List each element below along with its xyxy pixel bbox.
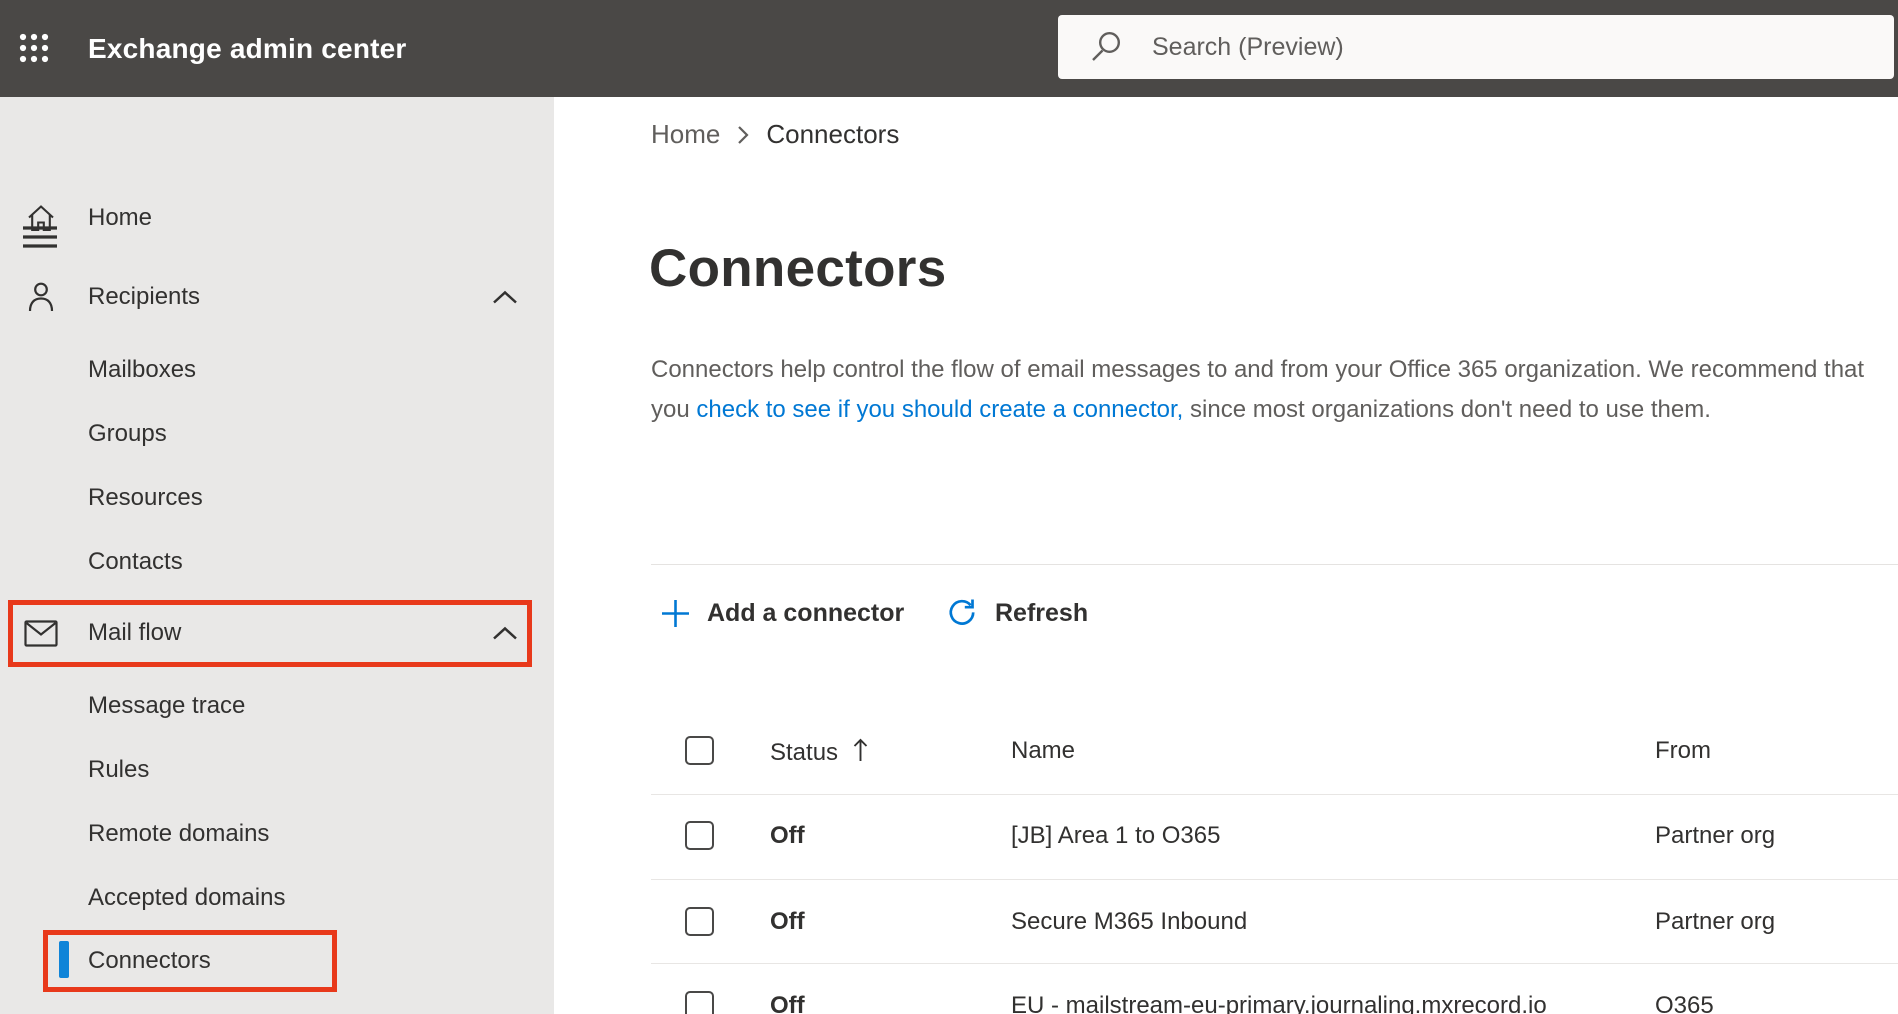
sidebar-item-recipients[interactable]: Recipients: [0, 269, 554, 325]
sidebar-item-message-trace[interactable]: Message trace: [0, 678, 554, 734]
breadcrumb-home-link[interactable]: Home: [651, 119, 720, 150]
sidebar-item-label: Resources: [88, 484, 203, 511]
row-name[interactable]: Secure M365 Inbound: [1011, 907, 1247, 936]
refresh-button[interactable]: Refresh: [945, 588, 1088, 638]
row-from: O365: [1655, 992, 1714, 1014]
search-input[interactable]: [1152, 32, 1752, 62]
refresh-icon: [945, 596, 979, 630]
sidebar-item-label: Home: [88, 204, 153, 231]
chevron-up-icon[interactable]: [490, 289, 520, 305]
sidebar-item-contacts[interactable]: Contacts: [0, 534, 554, 590]
row-status: Off: [770, 908, 805, 935]
row-name[interactable]: [JB] Area 1 to O365: [1011, 821, 1220, 850]
mail-icon: [24, 619, 58, 647]
sidebar-item-label: Recipients: [88, 283, 201, 310]
sidebar-item-label: Message trace: [88, 692, 246, 719]
sidebar-item-groups[interactable]: Groups: [0, 406, 554, 462]
row-divider: [651, 963, 1898, 964]
row-checkbox[interactable]: [685, 991, 714, 1014]
row-name[interactable]: EU - mailstream-eu-primary.journaling.mx…: [1011, 991, 1547, 1014]
sidebar-item-rules[interactable]: Rules: [0, 742, 554, 798]
description-text: since most organizations don't need to u…: [1183, 396, 1711, 423]
chevron-right-icon: [736, 122, 750, 148]
sidebar-item-label: Accepted domains: [88, 884, 286, 911]
plus-icon: [660, 598, 691, 629]
toolbar-top-divider: [651, 564, 1898, 565]
add-connector-button[interactable]: Add a connector: [660, 588, 904, 638]
column-header-label: Status: [770, 739, 839, 766]
row-from: Partner org: [1655, 908, 1776, 935]
create-connector-check-link[interactable]: check to see if you should create a conn…: [696, 396, 1183, 423]
breadcrumb: Home Connectors: [651, 119, 899, 150]
table-header-divider: [651, 794, 1898, 795]
sidebar-item-label: Groups: [88, 420, 167, 447]
sidebar-item-accepted-domains[interactable]: Accepted domains: [0, 870, 554, 926]
row-checkbox[interactable]: [685, 907, 714, 936]
select-all-checkbox[interactable]: [685, 736, 714, 765]
sidebar-item-label: Rules: [88, 756, 150, 783]
row-checkbox[interactable]: [685, 821, 714, 850]
row-divider: [651, 879, 1898, 880]
sidebar-item-label: Remote domains: [88, 820, 270, 847]
sidebar-item-label: Connectors: [88, 947, 211, 974]
sort-ascending-icon: [852, 736, 869, 771]
column-header-status[interactable]: Status: [770, 736, 869, 771]
column-header-from[interactable]: From: [1655, 736, 1711, 765]
sidebar-item-label: Mailboxes: [88, 356, 197, 383]
search-icon: [1088, 29, 1124, 65]
sidebar-item-resources[interactable]: Resources: [0, 470, 554, 526]
top-app-bar: Exchange admin center: [0, 0, 1898, 97]
add-connector-label: Add a connector: [707, 598, 905, 627]
exchange-admin-center-page: Exchange admin center Search (Preview) H…: [0, 0, 1898, 1014]
sidebar-item-label: Contacts: [88, 548, 183, 575]
app-title: Exchange admin center: [88, 32, 407, 64]
sidebar-item-remote-domains[interactable]: Remote domains: [0, 806, 554, 862]
app-launcher-waffle-icon[interactable]: [12, 26, 56, 70]
sidebar-item-label: Mail flow: [88, 619, 182, 646]
sidebar-item-mailboxes[interactable]: Mailboxes: [0, 342, 554, 398]
sidebar-item-home[interactable]: Home: [0, 190, 554, 246]
row-status: Off: [770, 992, 805, 1014]
breadcrumb-current: Connectors: [766, 119, 900, 149]
refresh-label: Refresh: [995, 598, 1089, 627]
row-status: Off: [770, 822, 805, 849]
home-icon: [24, 203, 58, 233]
sidebar-item-mail-flow[interactable]: Mail flow: [0, 605, 554, 661]
left-navigation: Home Recipients Mailboxes Groups Resourc…: [0, 97, 554, 1014]
page-description: Connectors help control the flow of emai…: [651, 350, 1875, 430]
column-header-name[interactable]: Name: [1011, 736, 1075, 765]
global-search-box[interactable]: [1058, 15, 1894, 79]
chevron-up-icon[interactable]: [490, 625, 520, 641]
sidebar-item-connectors[interactable]: Connectors: [0, 933, 554, 989]
page-title: Connectors: [649, 239, 947, 298]
row-from: Partner org: [1655, 822, 1776, 849]
person-icon: [24, 281, 58, 313]
